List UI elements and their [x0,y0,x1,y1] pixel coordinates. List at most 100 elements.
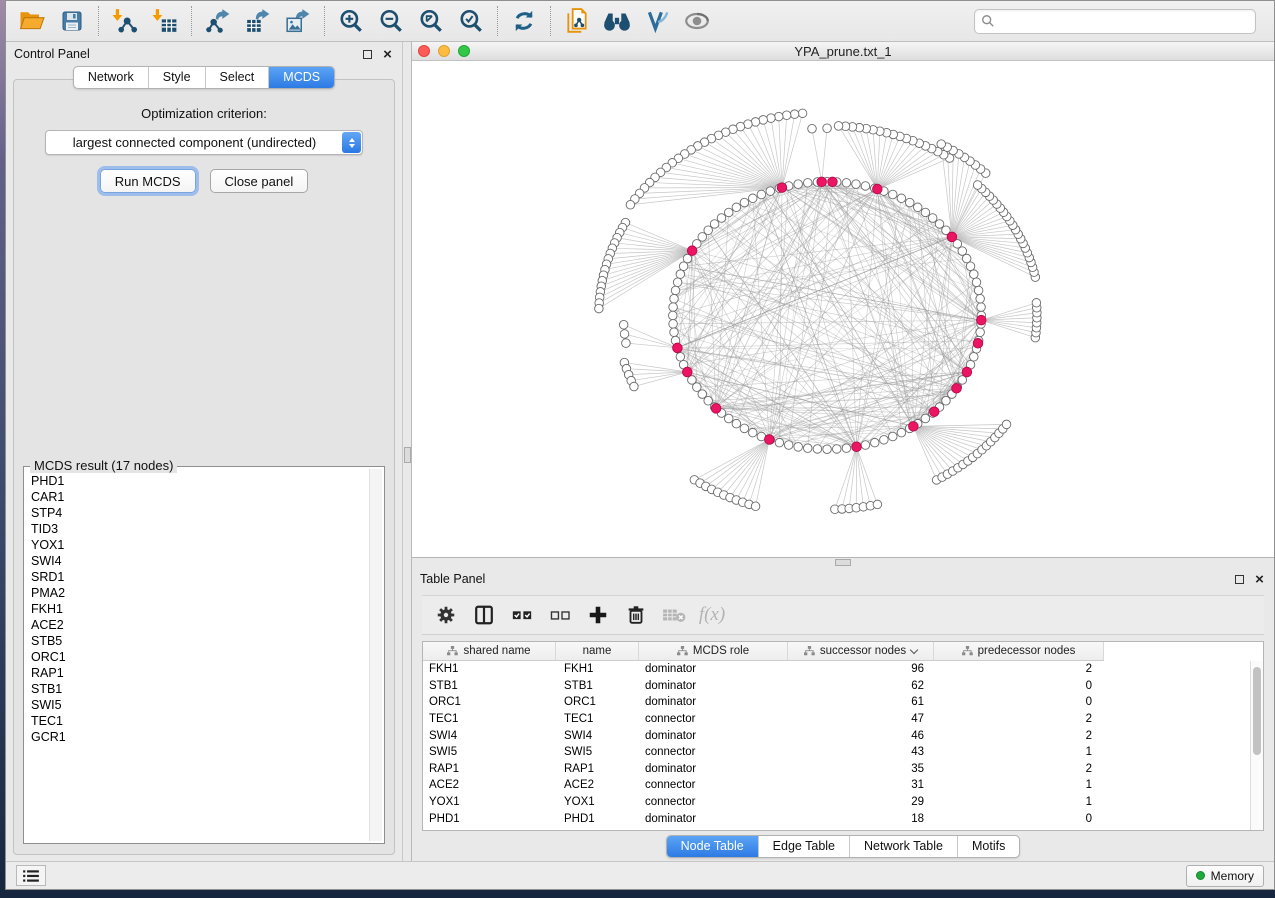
mcds-result-item[interactable]: STB1 [31,681,369,697]
column-header-shared-name[interactable]: shared name [423,642,556,661]
mcds-hub-node[interactable] [711,404,721,414]
network-node[interactable] [620,330,629,339]
network-node[interactable] [669,320,678,329]
close-mcds-panel-button[interactable]: Close panel [210,169,309,193]
mcds-hub-node[interactable] [682,367,692,377]
network-node[interactable] [803,444,812,453]
network-node[interactable] [626,200,635,209]
mcds-hub-node[interactable] [817,177,827,187]
network-node[interactable] [670,328,679,337]
float-table-panel-button[interactable] [1233,573,1246,586]
network-node[interactable] [669,311,678,320]
tab-motifs[interactable]: Motifs [957,836,1019,857]
tab-edge-table[interactable]: Edge Table [758,836,849,857]
tab-network[interactable]: Network [74,67,148,88]
network-node[interactable] [757,190,766,199]
network-node[interactable] [966,262,975,271]
network-node[interactable] [935,220,944,229]
search-network-button[interactable] [597,4,637,38]
mcds-result-item[interactable]: SWI5 [31,697,369,713]
network-node[interactable] [928,214,937,223]
network-node[interactable] [676,353,685,362]
network-node[interactable] [832,445,841,454]
mcds-result-scrollbar[interactable] [369,469,382,841]
network-node[interactable] [813,445,822,454]
show-hide-button[interactable] [677,4,717,38]
network-node[interactable] [803,179,812,188]
tab-mcds[interactable]: MCDS [268,67,334,88]
tab-select[interactable]: Select [205,67,269,88]
network-node[interactable] [740,424,749,433]
vizmapper-button[interactable] [637,4,677,38]
network-node[interactable] [823,124,832,133]
tab-node-table[interactable]: Node Table [667,836,758,857]
network-node[interactable] [880,436,889,445]
mcds-result-item[interactable]: YOX1 [31,537,369,553]
table-row[interactable]: SWI5SWI5connector431 [423,744,1263,761]
network-node[interactable] [973,181,982,190]
network-node[interactable] [1002,420,1011,429]
network-node[interactable] [897,428,906,437]
mcds-hub-node[interactable] [952,384,962,394]
status-menu-button[interactable] [16,865,46,886]
column-header-successor-nodes[interactable]: successor nodes [788,642,934,661]
mcds-hub-node[interactable] [973,339,983,349]
network-node[interactable] [724,208,733,217]
horizontal-splitter[interactable] [412,558,1274,567]
network-node[interactable] [976,294,985,303]
network-node[interactable] [676,270,685,279]
mcds-result-item[interactable]: TEC1 [31,713,369,729]
network-node[interactable] [861,182,870,191]
network-node[interactable] [748,428,757,437]
column-header-MCDS-role[interactable]: MCDS role [639,642,788,661]
network-node[interactable] [759,116,768,125]
network-node[interactable] [870,438,879,447]
select-all-button[interactable] [506,599,538,631]
duplicate-network-button[interactable] [557,4,597,38]
network-node[interactable] [767,114,776,123]
mcds-result-item[interactable]: STP4 [31,505,369,521]
export-image-button[interactable] [278,4,318,38]
network-canvas[interactable] [412,61,1274,557]
network-node[interactable] [913,203,922,212]
table-row[interactable]: RAP1RAP1dominator352 [423,761,1263,778]
network-node[interactable] [704,396,713,405]
import-network-button[interactable] [105,4,145,38]
network-node[interactable] [766,187,775,196]
table-row[interactable]: TEC1TEC1connector472 [423,711,1263,728]
mcds-hub-node[interactable] [962,367,972,377]
mcds-result-item[interactable]: TID3 [31,521,369,537]
close-table-panel-button[interactable]: × [1253,573,1266,586]
vertical-splitter[interactable] [402,42,412,861]
mcds-result-item[interactable]: CAR1 [31,489,369,505]
network-node[interactable] [842,179,851,188]
network-node[interactable] [970,353,979,362]
mcds-result-item[interactable]: ORC1 [31,649,369,665]
add-row-button[interactable] [582,599,614,631]
network-node[interactable] [873,500,882,509]
network-node[interactable] [888,190,897,199]
mcds-result-item[interactable]: RAP1 [31,665,369,681]
network-node[interactable] [673,278,682,287]
zoom-fit-button[interactable] [411,4,451,38]
mcds-hub-node[interactable] [873,184,883,194]
mcds-hub-node[interactable] [673,343,683,353]
refresh-button[interactable] [504,4,544,38]
function-builder-button[interactable]: f(x) [696,599,728,631]
mcds-result-item[interactable]: SWI4 [31,553,369,569]
mcds-result-item[interactable]: STB5 [31,633,369,649]
criterion-select[interactable]: largest connected component (undirected) [45,130,363,155]
network-node[interactable] [888,432,897,441]
mcds-result-list[interactable]: PHD1CAR1STP4TID3YOX1SWI4SRD1PMA2FKH1ACE2… [26,469,369,841]
tab-network-table[interactable]: Network Table [849,836,957,857]
table-row[interactable]: SWI4SWI4dominator462 [423,727,1263,744]
network-node[interactable] [784,441,793,450]
table-row[interactable]: PHD1PHD1dominator180 [423,810,1263,827]
network-node[interactable] [976,328,985,337]
network-node[interactable] [740,198,749,207]
mcds-hub-node[interactable] [765,435,775,445]
table-row[interactable]: ORC1ORC1dominator610 [423,694,1263,711]
export-network-button[interactable] [198,4,238,38]
network-node[interactable] [794,443,803,452]
network-node[interactable] [669,303,678,312]
